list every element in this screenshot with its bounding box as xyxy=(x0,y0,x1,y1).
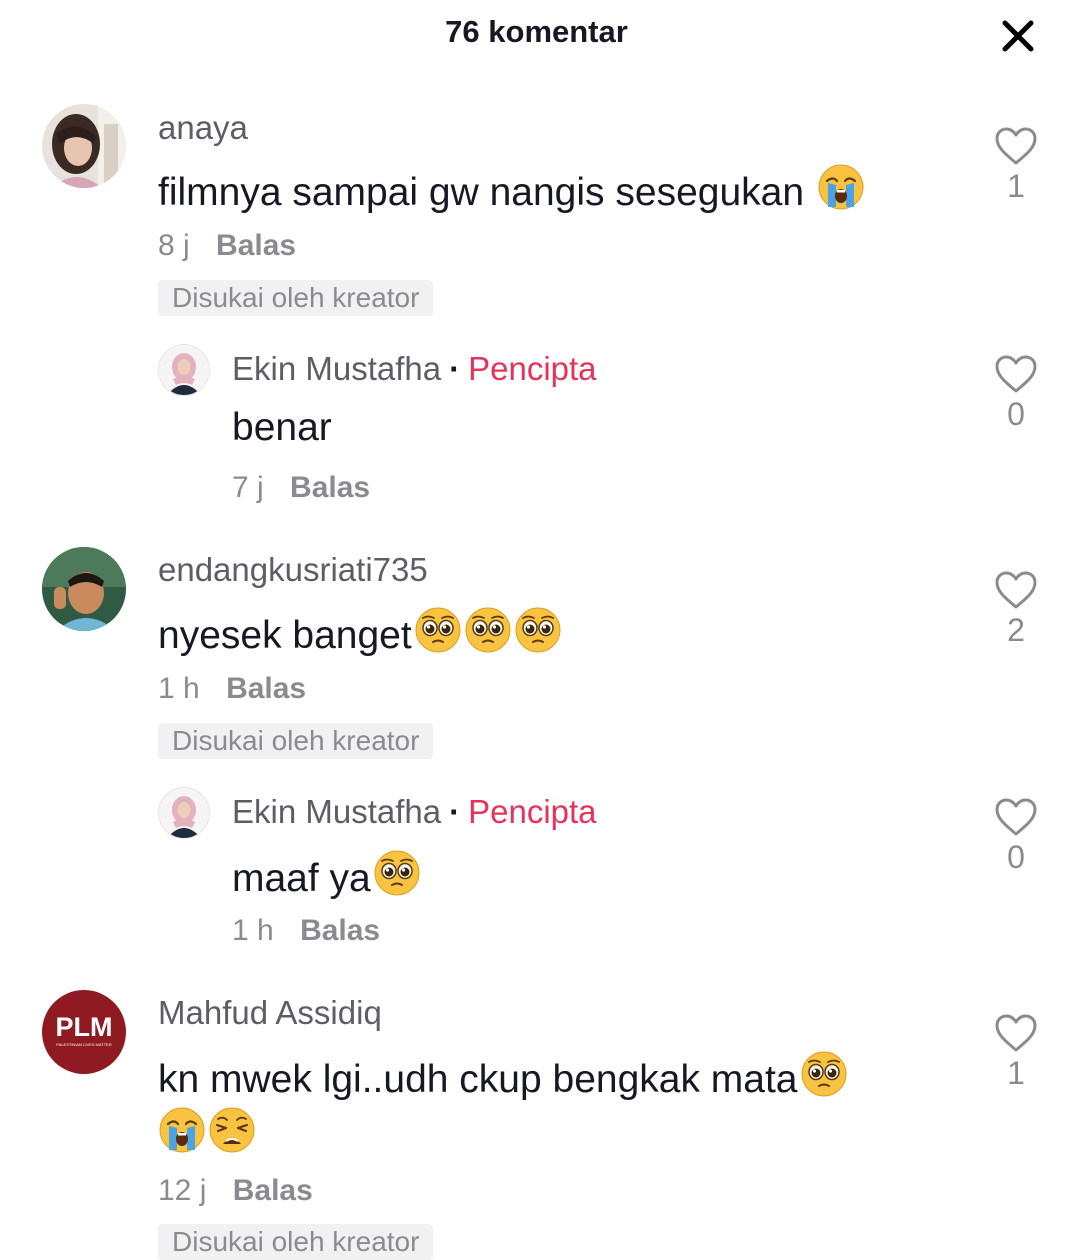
comment-text: kn mwek lgi..udh ckup bengkak mata xyxy=(158,1050,848,1102)
heart-icon[interactable] xyxy=(994,354,1038,394)
avatar[interactable]: PLM PALESTINIAN LIVES MATTER xyxy=(42,990,126,1074)
like-count: 1 xyxy=(1007,168,1025,204)
close-button[interactable] xyxy=(996,14,1040,58)
pleading-face-icon xyxy=(464,606,512,654)
heart-icon[interactable] xyxy=(994,126,1038,166)
comment-meta: 1 h Balas xyxy=(158,672,306,706)
crying-face-icon xyxy=(158,1106,206,1154)
crying-face-icon xyxy=(817,163,865,211)
reply-text: benar xyxy=(232,406,332,449)
pleading-face-icon xyxy=(373,849,421,897)
reply-button[interactable]: Balas xyxy=(290,471,370,504)
avatar-logo-subtext: PALESTINIAN LIVES MATTER xyxy=(56,1042,112,1047)
comment-timestamp: 1 h xyxy=(158,672,200,705)
pleading-face-icon xyxy=(514,606,562,654)
reply-username-line: Ekin Mustafha · Pencipta xyxy=(232,793,597,831)
heart-icon[interactable] xyxy=(994,1013,1038,1053)
comment-text-content: nyesek banget xyxy=(158,614,412,657)
like-control: 0 xyxy=(986,797,1046,876)
pleading-face-icon xyxy=(414,606,462,654)
reply-timestamp: 1 h xyxy=(232,914,274,947)
comments-header: 76 komentar xyxy=(0,0,1073,72)
comment-text-content: kn mwek lgi..udh ckup bengkak mata xyxy=(158,1058,798,1101)
like-control: 1 xyxy=(986,126,1046,205)
like-count: 0 xyxy=(1007,839,1025,875)
comments-count-title: 76 komentar xyxy=(445,14,628,49)
creator-label: Pencipta xyxy=(468,793,597,830)
reply-username[interactable]: Ekin Mustafha xyxy=(232,350,441,387)
heart-icon[interactable] xyxy=(994,797,1038,837)
reply-meta: 1 h Balas xyxy=(232,914,380,948)
reply-button[interactable]: Balas xyxy=(216,229,296,262)
weary-face-icon xyxy=(208,1106,256,1154)
close-icon xyxy=(1002,20,1034,52)
separator-dot: · xyxy=(449,350,461,387)
like-control: 0 xyxy=(986,354,1046,433)
reply-button[interactable]: Balas xyxy=(300,914,380,947)
liked-by-creator-badge: Disukai oleh kreator xyxy=(158,280,434,316)
reply-username[interactable]: Ekin Mustafha xyxy=(232,793,441,830)
reply-timestamp: 7 j xyxy=(232,471,264,504)
comment-meta: 8 j Balas xyxy=(158,229,296,263)
liked-by-creator-badge: Disukai oleh kreator xyxy=(158,723,434,759)
avatar[interactable] xyxy=(42,547,126,631)
heart-icon[interactable] xyxy=(994,570,1038,610)
comment-username[interactable]: anaya xyxy=(158,109,248,147)
like-control: 2 xyxy=(986,570,1046,649)
like-count: 1 xyxy=(1007,1055,1025,1091)
reply-meta: 7 j Balas xyxy=(232,471,370,505)
creator-label: Pencipta xyxy=(468,350,597,387)
comment-timestamp: 8 j xyxy=(158,229,190,262)
liked-by-creator-badge: Disukai oleh kreator xyxy=(158,1224,434,1260)
comment-text-line2 xyxy=(158,1106,256,1158)
reply-avatar[interactable] xyxy=(158,344,210,396)
like-control: 1 xyxy=(986,1013,1046,1092)
reply-avatar[interactable] xyxy=(158,787,210,839)
avatar[interactable] xyxy=(42,104,126,188)
comment-text-content: filmnya sampai gw nangis sesegukan xyxy=(158,171,805,214)
like-count: 0 xyxy=(1007,396,1025,432)
comment-text: nyesek banget xyxy=(158,606,562,658)
like-count: 2 xyxy=(1007,612,1025,648)
comment-meta: 12 j Balas xyxy=(158,1174,313,1208)
comment-username[interactable]: Mahfud Assidiq xyxy=(158,994,382,1032)
comment-text: filmnya sampai gw nangis sesegukan xyxy=(158,163,865,215)
pleading-face-icon xyxy=(800,1050,848,1098)
reply-username-line: Ekin Mustafha · Pencipta xyxy=(232,350,597,388)
reply-text: maaf ya xyxy=(232,849,421,901)
reply-text-content: maaf ya xyxy=(232,857,371,900)
avatar-logo-text: PLM xyxy=(56,1012,113,1042)
reply-button[interactable]: Balas xyxy=(226,672,306,705)
comment-timestamp: 12 j xyxy=(158,1174,207,1207)
separator-dot: · xyxy=(449,793,461,830)
comment-username[interactable]: endangkusriati735 xyxy=(158,551,428,589)
reply-button[interactable]: Balas xyxy=(233,1174,313,1207)
